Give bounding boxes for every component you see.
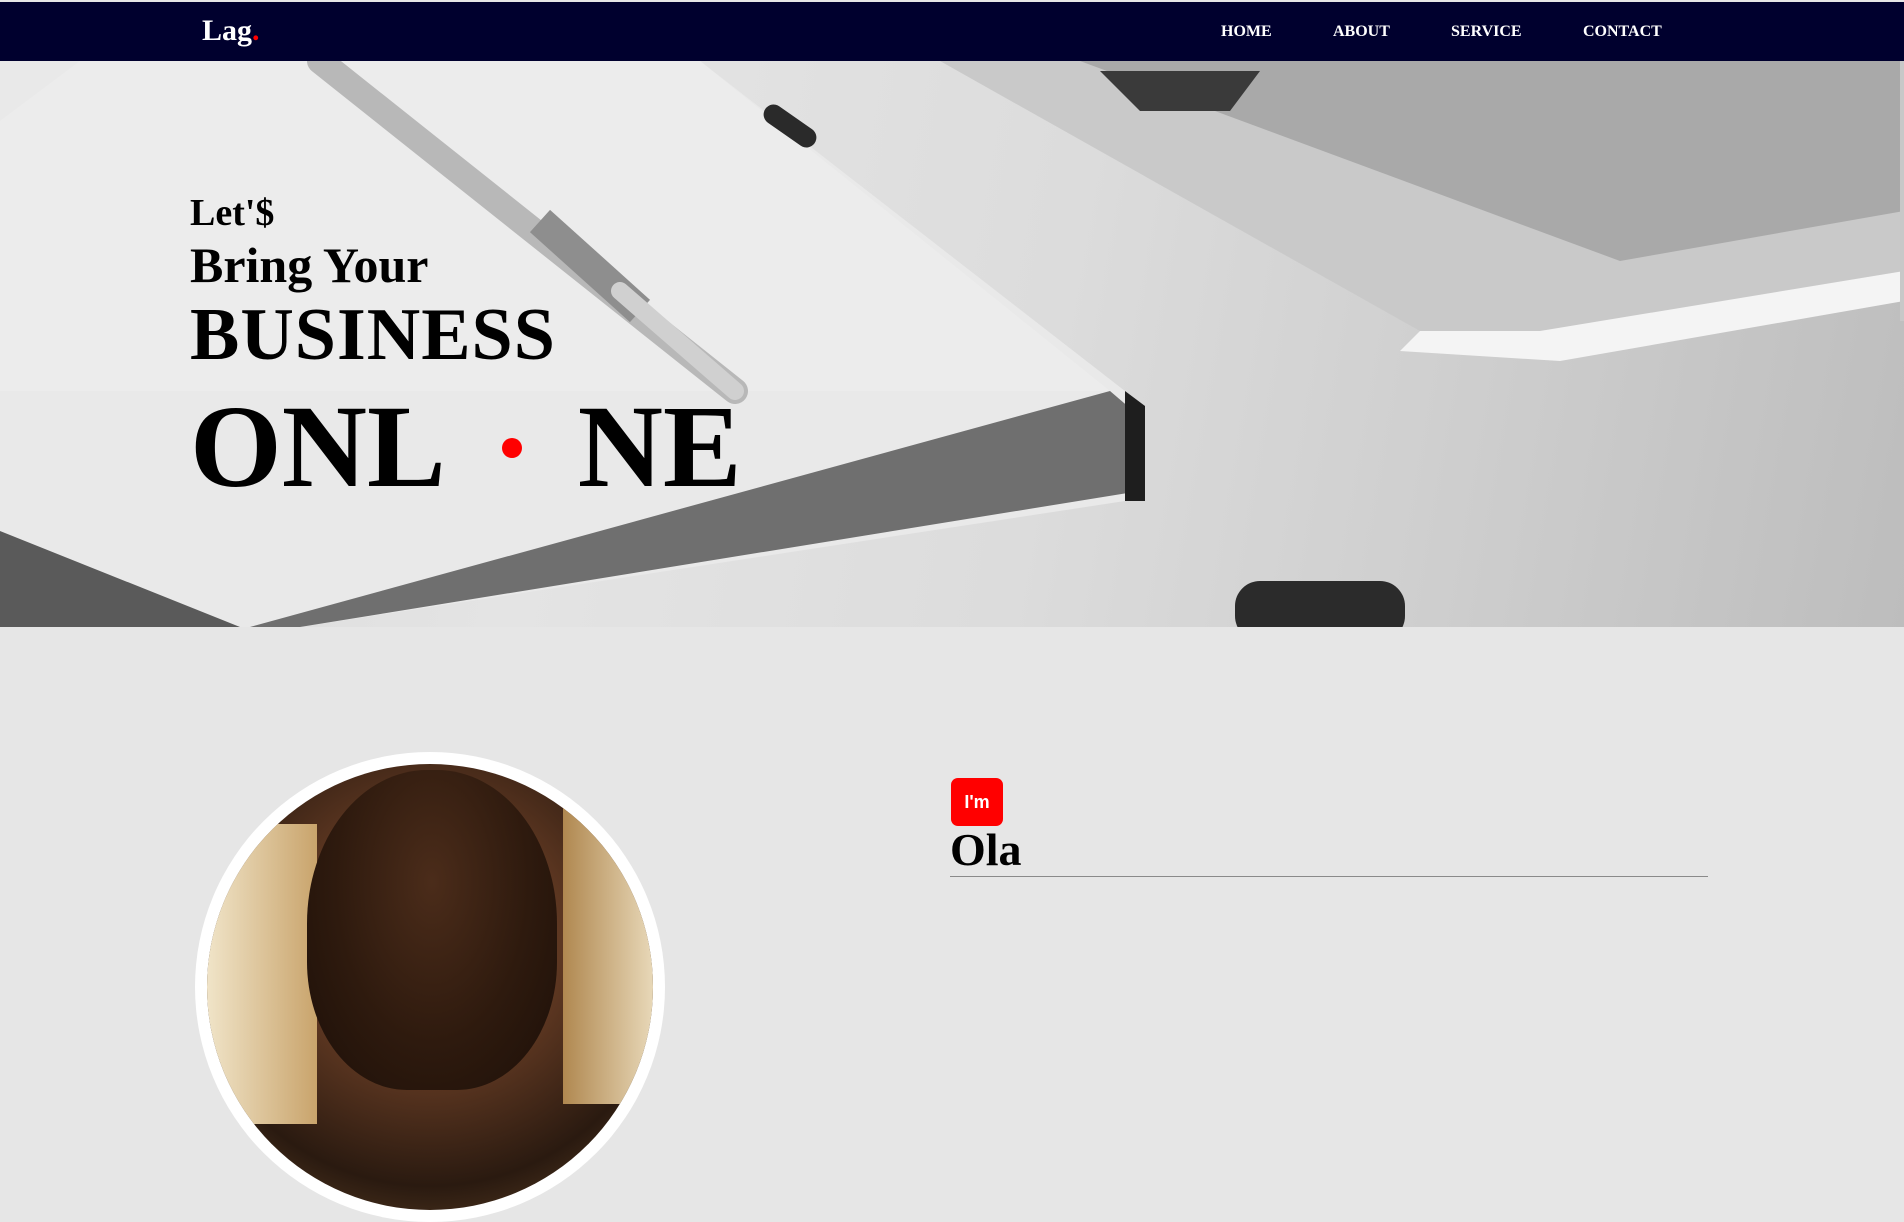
hero-section: Let'$ Bring Your BUSINESS ONL NE xyxy=(0,61,1904,627)
profile-photo xyxy=(207,764,653,1210)
nav-home-link[interactable]: HOME xyxy=(1221,23,1272,41)
online-right: NE xyxy=(577,381,742,512)
red-dot-icon xyxy=(501,438,522,458)
photo-background-right xyxy=(563,804,653,1104)
nav-service-link[interactable]: SERVICE xyxy=(1451,23,1522,41)
photo-background-left xyxy=(207,824,317,1124)
site-logo[interactable]: Lag. xyxy=(202,14,260,48)
navbar: Lag. HOME ABOUT SERVICE CONTACT xyxy=(0,2,1904,61)
hero-line-online: ONL NE xyxy=(190,379,742,515)
photo-subject xyxy=(307,770,557,1090)
logo-dot: . xyxy=(252,14,260,47)
nav-contact-link[interactable]: CONTACT xyxy=(1583,23,1662,41)
online-left: ONL xyxy=(190,381,446,512)
logo-text: Lag xyxy=(202,14,253,47)
nav-about-link[interactable]: ABOUT xyxy=(1333,23,1390,41)
im-badge: I'm xyxy=(951,778,1003,826)
hero-line-bring: Bring Your xyxy=(190,237,429,293)
hero-line-business: BUSINESS xyxy=(190,294,556,376)
hero-line-lets: Let'$ xyxy=(190,192,275,234)
name-divider xyxy=(950,876,1708,877)
scrollbar[interactable] xyxy=(1900,61,1904,321)
profile-name: Ola xyxy=(950,824,1022,875)
